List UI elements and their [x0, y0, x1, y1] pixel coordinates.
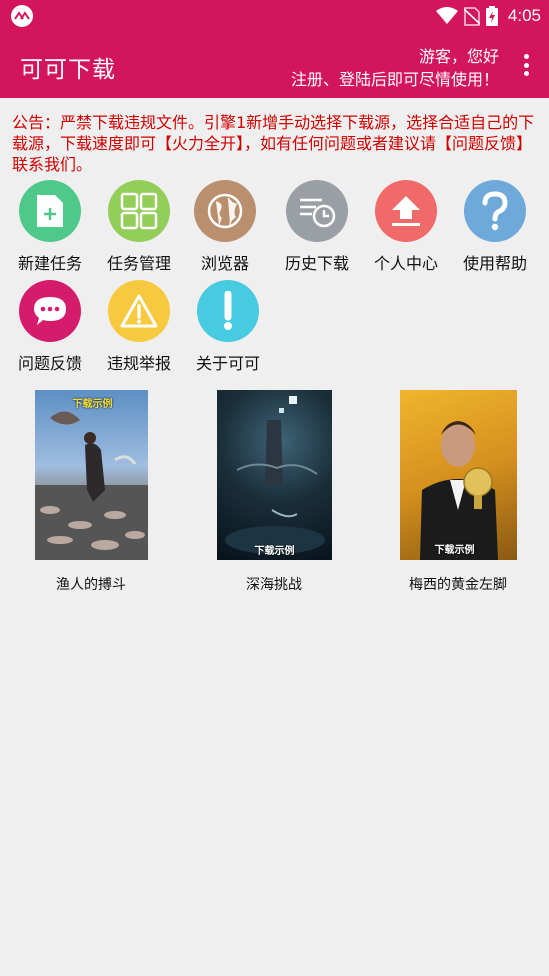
no-sim-icon	[463, 7, 480, 26]
sample-caption: 梅西的黄金左脚	[409, 577, 507, 593]
login-hint[interactable]: 注册、登陆后即可尽情使用！	[291, 66, 499, 90]
tile-about[interactable]: 关于可可	[183, 280, 273, 376]
battery-charging-icon	[485, 6, 498, 26]
app-bar: 可可下载 游客，您好 注册、登陆后即可尽情使用！	[0, 32, 549, 98]
tile-label: 新建任务	[17, 254, 82, 273]
task-manage-icon	[108, 180, 170, 242]
tile-new-task[interactable]: 新建任务	[5, 180, 95, 276]
tile-label: 历史下载	[284, 254, 349, 273]
more-vert-icon[interactable]	[519, 52, 533, 78]
status-bar: 4:05	[0, 0, 549, 32]
feedback-icon	[19, 280, 81, 342]
tile-report[interactable]: 违规举报	[94, 280, 184, 376]
tile-feedback[interactable]: 问题反馈	[5, 280, 95, 376]
help-icon	[464, 180, 526, 242]
clock: 4:05	[507, 6, 541, 25]
sample-caption: 渔人的搏斗	[56, 577, 126, 593]
history-icon	[286, 180, 348, 242]
tile-help[interactable]: 使用帮助	[450, 180, 540, 276]
sample-thumbnail[interactable]: 下载示例	[34, 390, 148, 560]
app-logo-icon	[11, 5, 33, 27]
sample-thumbnail[interactable]: 下载示例	[216, 390, 332, 560]
globe-icon	[194, 180, 256, 242]
warning-icon	[108, 280, 170, 342]
tile-label: 浏览器	[200, 254, 249, 273]
tile-personal-center[interactable]: 个人中心	[361, 180, 451, 276]
announcement-text: 公告：严禁下载违规文件。引擎1新增手动选择下载源，选择合适自己的下载源，下载速度…	[12, 113, 535, 174]
app-title: 可可下载	[20, 57, 116, 83]
tile-label: 关于可可	[195, 354, 260, 373]
user-greeting[interactable]: 游客，您好	[419, 43, 499, 67]
tile-browser[interactable]: 浏览器	[180, 180, 270, 276]
tile-label: 任务管理	[106, 254, 171, 273]
tile-label: 违规举报	[106, 354, 171, 373]
sample-thumbnail[interactable]: 下载示例	[399, 390, 517, 560]
tile-label: 使用帮助	[462, 254, 527, 273]
sample-caption: 深海挑战	[246, 577, 302, 593]
tile-label: 个人中心	[373, 254, 438, 273]
upload-icon	[375, 180, 437, 242]
tile-task-manage[interactable]: 任务管理	[94, 180, 184, 276]
watermark: 下载示例	[72, 399, 113, 410]
sample-card-fisherman[interactable]: 下载示例 渔人的搏斗	[21, 390, 161, 594]
sample-card-messi[interactable]: 下载示例 梅西的黄金左脚	[388, 390, 528, 594]
tile-history[interactable]: 历史下载	[272, 180, 362, 276]
new-task-icon	[19, 180, 81, 242]
watermark: 下载示例	[434, 545, 475, 556]
info-icon	[197, 280, 259, 342]
watermark: 下载示例	[254, 546, 295, 557]
wifi-icon	[435, 7, 458, 24]
sample-card-deepsea[interactable]: 下载示例 深海挑战	[204, 390, 344, 594]
tile-label: 问题反馈	[17, 354, 82, 373]
